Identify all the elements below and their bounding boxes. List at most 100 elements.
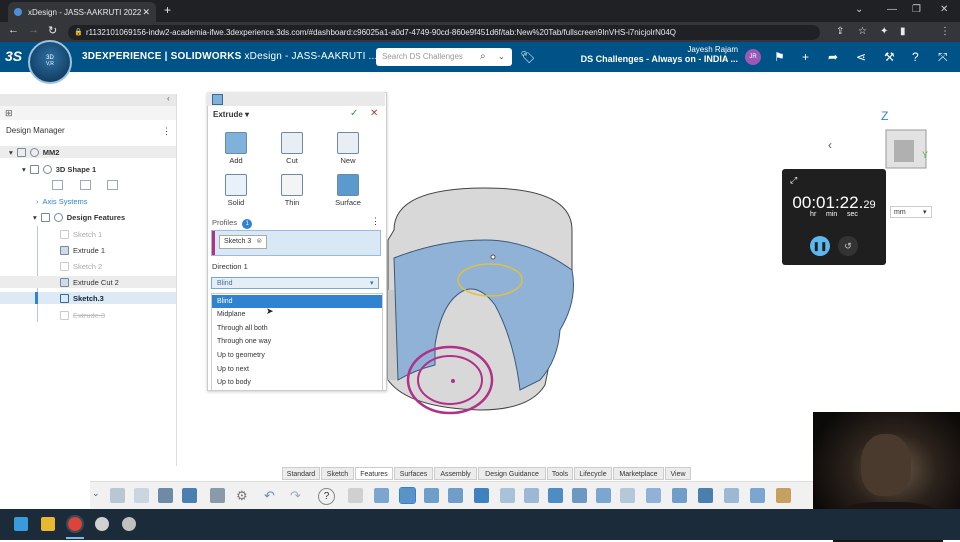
extrude-tool-icon[interactable]: [374, 488, 389, 503]
reset-button[interactable]: ↺: [838, 236, 858, 256]
bookmark-star-icon[interactable]: ☆: [858, 26, 867, 37]
file-explorer-icon[interactable]: [41, 517, 55, 531]
tree-design-features[interactable]: ▾ Design Features: [0, 211, 125, 223]
pause-button[interactable]: ❚❚: [810, 236, 830, 256]
recorder-icon[interactable]: [122, 517, 136, 531]
user-info[interactable]: Jayesh Rajam DS Challenges - Always on -…: [568, 45, 738, 64]
windows-start-icon[interactable]: [14, 517, 28, 531]
chrome-icon[interactable]: [66, 515, 84, 533]
tab-assembly[interactable]: Assembly: [434, 467, 477, 480]
shell-icon[interactable]: [548, 488, 563, 503]
fillet-icon[interactable]: [500, 488, 515, 503]
tab-standard[interactable]: Standard: [282, 467, 320, 480]
tab-design-guidance[interactable]: Design Guidance: [478, 467, 546, 480]
loft-icon[interactable]: [474, 488, 489, 503]
collapse-toolbar-icon[interactable]: ⌄: [92, 488, 107, 503]
cancel-x-icon[interactable]: ✕: [370, 108, 378, 119]
tree-item[interactable]: Extrude 1: [0, 244, 105, 256]
mirror-icon[interactable]: [646, 488, 661, 503]
confirm-check-icon[interactable]: ✓: [350, 108, 358, 119]
pattern-icon[interactable]: [620, 488, 635, 503]
undo-icon[interactable]: ↶: [264, 488, 279, 503]
hole-icon[interactable]: [596, 488, 611, 503]
tree-root[interactable]: ▾ MM2: [0, 146, 176, 158]
url-field[interactable]: 🔒 r1132101069156-indw2-academia-ifwe.3de…: [68, 25, 820, 40]
rib-icon[interactable]: [672, 488, 687, 503]
share-icon[interactable]: ⇪: [836, 26, 844, 37]
back-icon[interactable]: ←: [8, 24, 19, 36]
extrude-active-icon[interactable]: [399, 487, 416, 504]
option-midplane[interactable]: Midplane: [212, 308, 382, 321]
chevron-left-icon[interactable]: ‹: [828, 138, 832, 152]
sidepanel-icon[interactable]: ▮: [900, 26, 906, 37]
surface-button[interactable]: Surface: [328, 174, 368, 207]
plane-zx-icon[interactable]: [107, 180, 118, 190]
properties-icon[interactable]: [210, 488, 225, 503]
option-up-to-body[interactable]: Up to body: [212, 376, 382, 389]
option-up-to-geometry[interactable]: Up to geometry: [212, 349, 382, 362]
tree-item-selected[interactable]: Sketch.3: [0, 292, 176, 304]
sweep-icon[interactable]: [448, 488, 463, 503]
add-icon[interactable]: +: [802, 50, 809, 64]
search-icon[interactable]: ⌕: [480, 48, 486, 66]
tools-icon[interactable]: ⚒: [884, 50, 895, 64]
app-name[interactable]: xDesign - JASS-AAKRUTI ...: [244, 51, 377, 62]
option-blind[interactable]: Blind: [212, 295, 382, 308]
3d-model-viewport[interactable]: [380, 180, 590, 430]
restore-icon[interactable]: ❐: [912, 4, 921, 15]
share-arrow-icon[interactable]: ➦: [828, 50, 838, 64]
ds-logo-icon[interactable]: 3S: [5, 48, 22, 64]
scale-icon[interactable]: [750, 488, 765, 503]
direction-type-select[interactable]: Blind ▾: [211, 277, 379, 289]
chevron-down-icon[interactable]: ⌄: [498, 48, 505, 66]
option-through-one-way[interactable]: Through one way: [212, 335, 382, 348]
tree-item[interactable]: Extrude Cut 2: [0, 276, 176, 288]
extensions-icon[interactable]: ✦: [880, 26, 888, 37]
panel-title[interactable]: Extrude ▾: [213, 110, 249, 119]
refresh-icon[interactable]: [182, 488, 197, 503]
expand-icon[interactable]: ▾: [22, 165, 26, 174]
network-share-icon[interactable]: ⋖: [856, 50, 866, 64]
redo-icon[interactable]: ↷: [290, 488, 305, 503]
plane-yz-icon[interactable]: [80, 180, 91, 190]
fullscreen-icon[interactable]: ⤧: [938, 50, 948, 65]
chamfer-icon[interactable]: [524, 488, 539, 503]
tab-search-icon[interactable]: ⌄: [855, 4, 863, 15]
shape-tool-icon[interactable]: [134, 488, 149, 503]
remove-chip-icon[interactable]: ⊗: [256, 238, 262, 245]
units-select[interactable]: mm ▾: [890, 206, 932, 218]
tree-item[interactable]: Sketch 1: [0, 228, 102, 240]
new-tab-icon[interactable]: +: [164, 3, 171, 17]
close-window-icon[interactable]: ✕: [940, 4, 948, 15]
tab-lifecycle[interactable]: Lifecycle: [574, 467, 612, 480]
tab-marketplace[interactable]: Marketplace: [613, 467, 664, 480]
expand-icon[interactable]: ›: [36, 197, 39, 206]
expand-icon[interactable]: ▾: [9, 148, 13, 157]
part-tool-icon[interactable]: [110, 488, 125, 503]
close-tab-icon[interactable]: ✕: [142, 7, 150, 18]
dropdown-arrow-icon[interactable]: ▾: [370, 278, 374, 290]
minimize-icon[interactable]: —: [887, 4, 897, 15]
boolean-icon[interactable]: [698, 488, 713, 503]
solid-button[interactable]: Solid: [216, 174, 256, 207]
tree-axis-systems[interactable]: › Axis Systems: [0, 195, 88, 207]
expand-icon[interactable]: ▾: [33, 213, 37, 222]
cube-icon[interactable]: [348, 488, 363, 503]
feedback-icon[interactable]: ⚑: [774, 50, 785, 64]
avatar[interactable]: JR: [745, 49, 761, 65]
compass-icon[interactable]: 3D V,R: [28, 40, 72, 84]
browser-tab[interactable]: xDesign - JASS-AAKRUTI 2022 ✕: [8, 2, 156, 22]
chevron-down-icon[interactable]: ▾: [245, 110, 249, 119]
tree-icon[interactable]: ⊞: [5, 108, 13, 119]
tab-view[interactable]: View: [665, 467, 691, 480]
tree-item[interactable]: Sketch 2: [0, 260, 102, 272]
thin-button[interactable]: Thin: [272, 174, 312, 207]
new-button[interactable]: New: [328, 132, 368, 165]
help-icon[interactable]: ?: [318, 488, 335, 505]
expand-widget-icon[interactable]: ⤢: [790, 175, 797, 186]
panel-menu-icon[interactable]: ⋮: [162, 126, 171, 137]
tab-features[interactable]: Features: [355, 467, 393, 480]
split-icon[interactable]: [724, 488, 739, 503]
option-up-to-next[interactable]: Up to next: [212, 363, 382, 376]
plane-xy-icon[interactable]: [52, 180, 63, 190]
